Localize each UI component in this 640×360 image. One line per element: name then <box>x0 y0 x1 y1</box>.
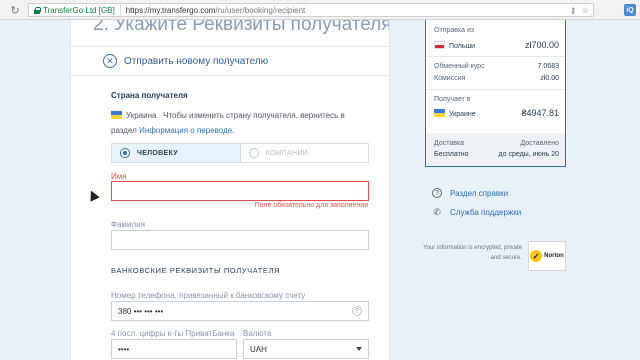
last-name-field[interactable] <box>111 230 369 250</box>
currency-label: Валюта <box>243 329 272 338</box>
recipient-type-person[interactable]: ЧЕЛОВЕКУ <box>112 144 241 162</box>
radio-selected-icon <box>120 148 130 158</box>
send-from-row: Польши zł700.00 <box>434 40 559 50</box>
chevron-down-icon <box>356 347 362 351</box>
send-amount: zł700.00 <box>524 40 559 50</box>
last-name-label: Фамилия <box>111 220 145 229</box>
star-icon[interactable]: ☆ <box>582 6 589 15</box>
delivery-labels: Доставка Доставлено <box>434 140 559 147</box>
phone-label: Номер телефона, привязанный к банковском… <box>111 291 306 300</box>
recipient-type-toggle: ЧЕЛОВЕКУ КОМПАНИИ <box>111 143 369 163</box>
support-link[interactable]: ✆ Служба поддержки <box>432 207 521 217</box>
help-center-link[interactable]: ? Раздел справки <box>432 188 508 198</box>
country-value: Украина <box>126 111 157 120</box>
lock-icon <box>34 6 41 14</box>
transfer-summary: Отправка из Польши zł700.00 Обменный кур… <box>425 20 566 167</box>
poland-flag-icon <box>434 40 445 49</box>
reload-icon[interactable]: ↻ <box>8 3 22 17</box>
secure-identity[interactable]: TransferGo Ltd [GB] <box>29 4 121 16</box>
delivery-values: Бесплатно до среды, июнь 20 <box>434 151 559 158</box>
receive-label: Получает в <box>434 96 471 103</box>
page-title: 2. Укажите Реквизиты получателя <box>93 20 390 35</box>
close-circle-icon[interactable]: ✕ <box>103 54 117 68</box>
first-name-field[interactable] <box>111 181 369 201</box>
browser-toolbar: ↻ TransferGo Ltd [GB] https://my.transfe… <box>0 0 640 20</box>
first-name-label: Имя <box>111 172 127 181</box>
bank-details-heading: БАНКОВСКИЕ РЕКВИЗИТЫ ПОЛУЧАТЕЛЯ <box>111 266 281 275</box>
key-icon[interactable]: ⚷ <box>570 6 576 15</box>
url-text[interactable]: https://my.transfergo.com/ru/user/bookin… <box>121 6 306 15</box>
card-digits-field[interactable]: •••• <box>111 339 237 359</box>
transfer-info-link[interactable]: Информация о переводе <box>139 126 232 135</box>
recipient-type-company[interactable]: КОМПАНИИ <box>241 144 369 162</box>
norton-badge: ✓ Norton <box>528 241 566 271</box>
phone-icon: ✆ <box>433 206 441 217</box>
recipient-form-card: 2. Укажите Реквизиты получателя ✕ Отправ… <box>70 20 390 360</box>
extension-icon[interactable]: iQ <box>624 4 636 16</box>
radio-unselected-icon <box>248 148 259 158</box>
currency-select[interactable]: UAH <box>243 339 369 359</box>
currency-value: UAH <box>250 344 267 354</box>
question-icon: ? <box>432 188 442 198</box>
help-icon[interactable]: ? <box>352 306 362 316</box>
receive-amount: ₴4947.81 <box>521 108 559 118</box>
country-info: Украина Чтобы изменить страну получателя… <box>111 111 345 135</box>
new-recipient-toggle[interactable]: ✕ Отправить новому получателю <box>71 46 389 76</box>
site-identity: TransferGo Ltd [GB] <box>43 5 115 15</box>
phone-value: 380 ••• ••• ••• <box>118 306 164 316</box>
phone-field[interactable]: 380 ••• ••• ••• ? <box>111 301 369 321</box>
first-name-error: Поле обязательно для заполнения <box>254 202 368 209</box>
card-digits-label: 4 посл. цифры к-ты ПриватБанка <box>111 329 235 338</box>
receive-row: Украине ₴4947.81 <box>434 108 559 118</box>
address-bar[interactable]: TransferGo Ltd [GB] https://my.transferg… <box>28 3 594 17</box>
country-label: Страна получателя <box>111 91 188 100</box>
exchange-rate-row: Обменный курс 7.0683 <box>434 63 559 70</box>
send-from-label: Отправка из <box>434 27 475 34</box>
fee-row: Комиссия zł0.00 <box>434 75 559 82</box>
ukraine-flag-icon <box>434 108 445 117</box>
new-recipient-label: Отправить новому получателю <box>124 55 269 67</box>
security-note: Your information is encrypted, private a… <box>423 245 522 261</box>
ukraine-flag-icon <box>111 111 122 119</box>
check-icon: ✓ <box>530 250 543 262</box>
delivery-footer: Доставка Доставлено Бесплатно до среды, ию… <box>426 133 565 166</box>
